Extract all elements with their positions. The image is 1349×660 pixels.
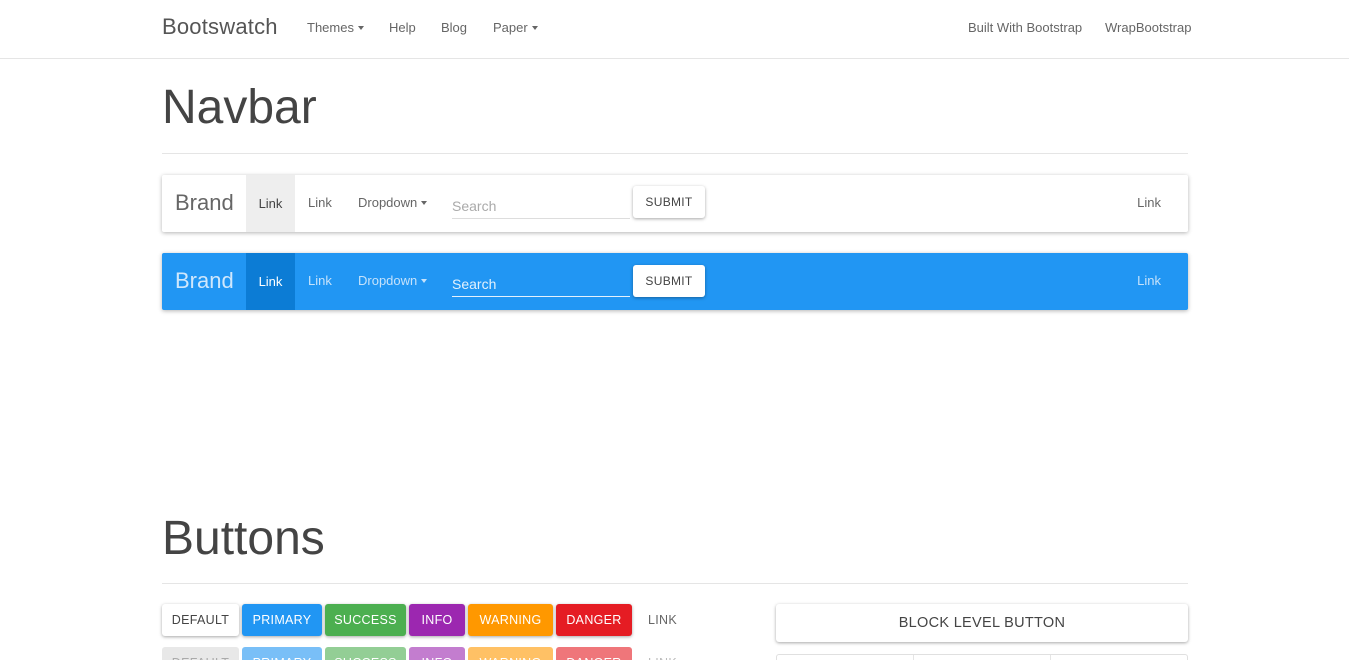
link-button-disabled: LINK bbox=[640, 647, 685, 660]
navbar-search-input[interactable] bbox=[452, 265, 630, 297]
navbar-active-link[interactable]: Link bbox=[246, 253, 295, 310]
nav-item-label: Themes bbox=[307, 20, 354, 35]
nav-item-help[interactable]: Help bbox=[389, 20, 416, 35]
default-navbar: Brand Link Link Dropdown SUBMIT Link bbox=[162, 175, 1188, 232]
section-divider bbox=[162, 153, 1188, 154]
nav-item-themes[interactable]: Themes bbox=[307, 20, 364, 35]
default-button-disabled: DEFAULT bbox=[162, 647, 239, 660]
inverse-navbar: Brand Link Link Dropdown SUBMIT Link bbox=[162, 253, 1188, 310]
link-button[interactable]: LINK bbox=[640, 604, 685, 636]
block-level-button[interactable]: BLOCK LEVEL BUTTON bbox=[776, 604, 1188, 642]
navbar-active-link[interactable]: Link bbox=[246, 175, 295, 232]
nav-item-built-with-bootstrap[interactable]: Built With Bootstrap bbox=[968, 20, 1082, 35]
success-button[interactable]: SUCCESS bbox=[325, 604, 406, 636]
info-button-disabled: INFO bbox=[409, 647, 465, 660]
navbar-section-title: Navbar bbox=[162, 81, 317, 134]
navbar-search-input[interactable] bbox=[452, 187, 630, 219]
navbar-dropdown-label: Dropdown bbox=[358, 195, 418, 210]
top-navbar: Bootswatch Themes Help Blog Paper Built … bbox=[0, 0, 1349, 59]
button-group-divider bbox=[1050, 655, 1051, 660]
button-group-divider bbox=[913, 655, 914, 660]
navbar-dropdown-label: Dropdown bbox=[358, 273, 418, 288]
nav-item-blog[interactable]: Blog bbox=[441, 20, 467, 35]
danger-button[interactable]: DANGER bbox=[556, 604, 632, 636]
default-button[interactable]: DEFAULT bbox=[162, 604, 239, 636]
navbar-dropdown[interactable]: Dropdown bbox=[358, 195, 428, 210]
navbar-submit-button[interactable]: SUBMIT bbox=[633, 186, 705, 218]
danger-button-disabled: DANGER bbox=[556, 647, 632, 660]
navbar-link[interactable]: Link bbox=[308, 273, 332, 288]
site-brand[interactable]: Bootswatch bbox=[162, 14, 278, 40]
caret-down-icon bbox=[421, 200, 428, 205]
nav-item-wrapbootstrap[interactable]: WrapBootstrap bbox=[1105, 20, 1191, 35]
navbar-dropdown[interactable]: Dropdown bbox=[358, 273, 428, 288]
justified-button-group[interactable] bbox=[776, 654, 1188, 660]
caret-down-icon bbox=[531, 25, 538, 30]
navbar-brand[interactable]: Brand bbox=[175, 190, 234, 216]
navbar-brand[interactable]: Brand bbox=[175, 268, 234, 294]
primary-button[interactable]: PRIMARY bbox=[242, 604, 322, 636]
navbar-right-link[interactable]: Link bbox=[1137, 273, 1161, 288]
navbar-right-link[interactable]: Link bbox=[1137, 195, 1161, 210]
caret-down-icon bbox=[357, 25, 364, 30]
caret-down-icon bbox=[421, 278, 428, 283]
primary-button-disabled: PRIMARY bbox=[242, 647, 322, 660]
warning-button[interactable]: WARNING bbox=[468, 604, 553, 636]
navbar-submit-button[interactable]: SUBMIT bbox=[633, 265, 705, 297]
navbar-link[interactable]: Link bbox=[308, 195, 332, 210]
info-button[interactable]: INFO bbox=[409, 604, 465, 636]
buttons-section-title: Buttons bbox=[162, 512, 325, 565]
section-divider bbox=[162, 583, 1188, 584]
nav-item-label: Paper bbox=[493, 20, 528, 35]
success-button-disabled: SUCCESS bbox=[325, 647, 406, 660]
nav-item-paper[interactable]: Paper bbox=[493, 20, 538, 35]
warning-button-disabled: WARNING bbox=[468, 647, 553, 660]
